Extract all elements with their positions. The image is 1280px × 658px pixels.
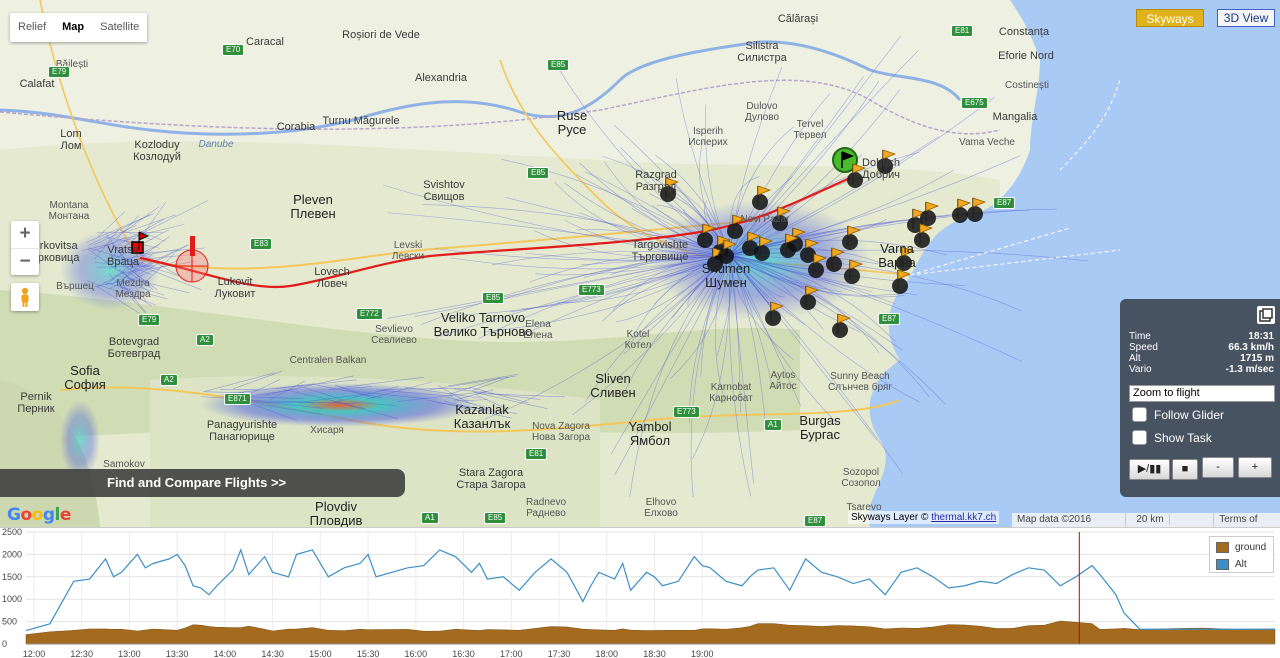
road-shield: E81 bbox=[951, 25, 974, 37]
zoom-control: + − bbox=[11, 221, 39, 275]
x-tick-label: 15:30 bbox=[357, 649, 380, 658]
road-shield: E83 bbox=[250, 238, 273, 250]
x-tick-label: 17:00 bbox=[500, 649, 523, 658]
stop-button[interactable]: ■ bbox=[1172, 459, 1198, 480]
y-tick-label: 1000 bbox=[2, 594, 22, 604]
speed-plus-button[interactable]: + bbox=[1238, 457, 1272, 478]
road-shield: E675 bbox=[961, 97, 988, 109]
map-canvas[interactable]: Caracal Roșiori de Vede Alexandria Călăr… bbox=[0, 0, 1280, 527]
street-view-pegman[interactable] bbox=[11, 283, 39, 311]
stat-time: Time 18:31 bbox=[1129, 331, 1274, 342]
y-tick-label: 1500 bbox=[2, 572, 22, 582]
x-tick-label: 13:30 bbox=[166, 649, 189, 658]
speed-minus-button[interactable]: - bbox=[1202, 457, 1234, 478]
x-tick-label: 12:00 bbox=[23, 649, 46, 658]
road-shield: E85 bbox=[484, 512, 507, 524]
flight-stats: Time 18:31 Speed 66.3 km/h Alt 1715 m Vario… bbox=[1129, 331, 1274, 375]
road-shield: E773 bbox=[578, 284, 605, 296]
road-shield: E79 bbox=[48, 66, 71, 78]
stat-vario: Vario -1.3 m/sec bbox=[1129, 364, 1274, 375]
google-logo[interactable]: Google bbox=[7, 505, 71, 525]
zoom-out-button[interactable]: − bbox=[11, 248, 39, 275]
find-compare-flights-button[interactable]: Find and Compare Flights >> bbox=[0, 469, 405, 497]
terms-of-use-link[interactable]: Terms of Use bbox=[1214, 513, 1280, 527]
road-shield: E85 bbox=[547, 59, 570, 71]
y-tick-label: 2000 bbox=[2, 549, 22, 559]
skyways-button[interactable]: Skyways bbox=[1136, 9, 1204, 27]
zoom-to-flight-button[interactable]: Zoom to flight bbox=[1129, 385, 1275, 402]
thermal-kk7-link[interactable]: thermal.kk7.ch bbox=[931, 512, 996, 523]
road-shield: E87 bbox=[993, 197, 1016, 209]
map-type-control: Relief Map Satellite bbox=[10, 13, 148, 42]
map-type-relief[interactable]: Relief bbox=[10, 13, 54, 42]
scale-bar: 20 km bbox=[1126, 513, 1215, 527]
x-tick-label: 19:00 bbox=[691, 649, 714, 658]
road-shield: A1 bbox=[421, 512, 439, 524]
restore-window-icon[interactable] bbox=[1257, 306, 1275, 324]
chart-legend: ground Alt bbox=[1209, 536, 1274, 573]
road-shield: E87 bbox=[878, 313, 901, 325]
altitude-chart-plot: 0 500 1000 1500 2000 2500 12:00 12:30 13:00 13:30… bbox=[2, 528, 1276, 658]
road-shield: E772 bbox=[356, 308, 383, 320]
play-pause-button[interactable]: ▶/▮▮ bbox=[1129, 459, 1170, 480]
3d-view-button[interactable]: 3D View bbox=[1217, 9, 1275, 27]
y-tick-label: 500 bbox=[2, 617, 17, 627]
x-tick-label: 17:30 bbox=[548, 649, 571, 658]
map-tiles bbox=[0, 0, 1280, 527]
stat-alt: Alt 1715 m bbox=[1129, 353, 1274, 364]
x-tick-label: 15:00 bbox=[309, 649, 332, 658]
x-tick-label: 14:00 bbox=[214, 649, 237, 658]
series-alt-line bbox=[25, 548, 1275, 632]
x-tick-label: 14:30 bbox=[261, 649, 284, 658]
y-tick-label: 0 bbox=[2, 639, 7, 649]
x-tick-label: 13:00 bbox=[118, 649, 141, 658]
x-tick-label: 16:00 bbox=[405, 649, 428, 658]
road-shield: A1 bbox=[764, 419, 782, 431]
road-shield: E773 bbox=[673, 406, 700, 418]
altitude-chart[interactable]: 0 500 1000 1500 2000 2500 12:00 12:30 13:00 13:30… bbox=[0, 527, 1280, 658]
pegman-icon bbox=[21, 287, 29, 307]
flight-info-panel: Time 18:31 Speed 66.3 km/h Alt 1715 m Vario… bbox=[1120, 299, 1280, 497]
road-shield: A2 bbox=[160, 374, 178, 386]
zoom-in-button[interactable]: + bbox=[11, 221, 39, 248]
road-shield: E85 bbox=[527, 167, 550, 179]
road-shield: E85 bbox=[482, 292, 505, 304]
x-tick-label: 18:00 bbox=[595, 649, 618, 658]
map-type-map[interactable]: Map bbox=[54, 13, 92, 42]
road-shield: E79 bbox=[138, 314, 161, 326]
legend-alt: Alt bbox=[1216, 557, 1273, 571]
road-shield: A2 bbox=[196, 334, 214, 346]
follow-glider-checkbox[interactable]: Follow Glider bbox=[1132, 407, 1224, 422]
skyways-attribution: Skyways Layer © thermal.kk7.ch bbox=[848, 511, 1000, 524]
map-data-label: Map data ©2016 Google bbox=[1012, 513, 1127, 527]
road-shield: E87 bbox=[804, 515, 827, 527]
road-shield: E81 bbox=[525, 448, 548, 460]
x-tick-label: 16:30 bbox=[452, 649, 475, 658]
stat-speed: Speed 66.3 km/h bbox=[1129, 342, 1274, 353]
show-task-checkbox[interactable]: Show Task bbox=[1132, 430, 1212, 445]
y-tick-label: 2500 bbox=[2, 528, 22, 537]
road-shield: E871 bbox=[224, 393, 251, 405]
map-data-attribution: Map data ©2016 Google 20 km Terms of Use bbox=[1012, 513, 1280, 527]
map-type-satellite[interactable]: Satellite bbox=[92, 13, 147, 42]
x-tick-label: 18:30 bbox=[643, 649, 666, 658]
series-ground-area bbox=[25, 620, 1276, 645]
x-tick-label: 12:30 bbox=[70, 649, 93, 658]
road-shield: E70 bbox=[222, 44, 245, 56]
legend-ground: ground bbox=[1216, 540, 1273, 554]
